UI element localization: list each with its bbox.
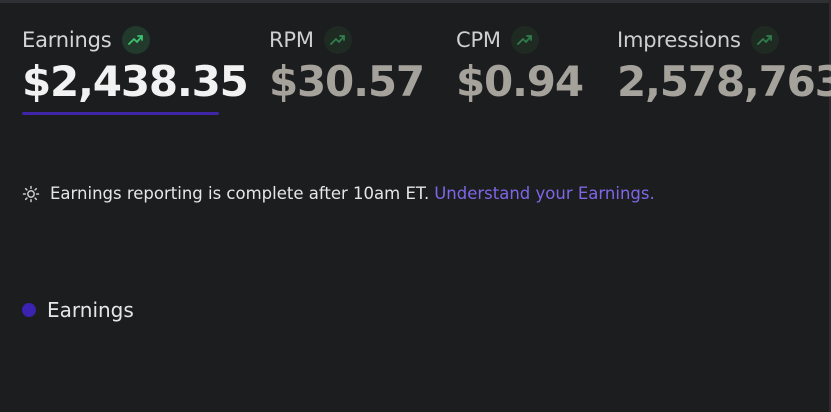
metric-cpm[interactable]: CPM $0.94	[456, 24, 584, 106]
earnings-dashboard: Earnings $2,438.35 RPM $30.57 CPM $0.94 …	[0, 0, 831, 412]
metric-impressions[interactable]: Impressions 2,578,763	[617, 24, 831, 106]
top-border	[0, 0, 831, 3]
metric-cpm-label: CPM	[456, 28, 501, 52]
trend-up-icon	[121, 26, 150, 54]
metric-earnings-label: Earnings	[22, 28, 112, 52]
legend-label-earnings: Earnings	[47, 298, 134, 322]
understand-earnings-link[interactable]: Understand your Earnings.	[434, 184, 655, 203]
metric-impressions-label: Impressions	[617, 28, 741, 52]
trend-up-icon	[750, 26, 779, 54]
metric-cpm-value: $0.94	[456, 57, 584, 106]
metric-impressions-value: 2,578,763	[617, 57, 831, 106]
metric-earnings-value: $2,438.35	[22, 57, 249, 106]
earnings-notice: Earnings reporting is complete after 10a…	[22, 184, 655, 203]
metric-rpm-value: $30.57	[269, 57, 425, 106]
metric-earnings[interactable]: Earnings $2,438.35	[22, 24, 249, 106]
notice-text: Earnings reporting is complete after 10a…	[50, 184, 430, 203]
trend-up-icon	[323, 26, 352, 54]
selected-metric-indicator	[22, 112, 219, 115]
chart-legend: Earnings	[22, 298, 134, 322]
metric-rpm-label: RPM	[269, 28, 314, 52]
legend-dot-earnings	[22, 303, 36, 317]
metric-rpm[interactable]: RPM $30.57	[269, 24, 425, 106]
trend-up-icon	[510, 26, 539, 54]
sun-icon	[22, 185, 40, 203]
